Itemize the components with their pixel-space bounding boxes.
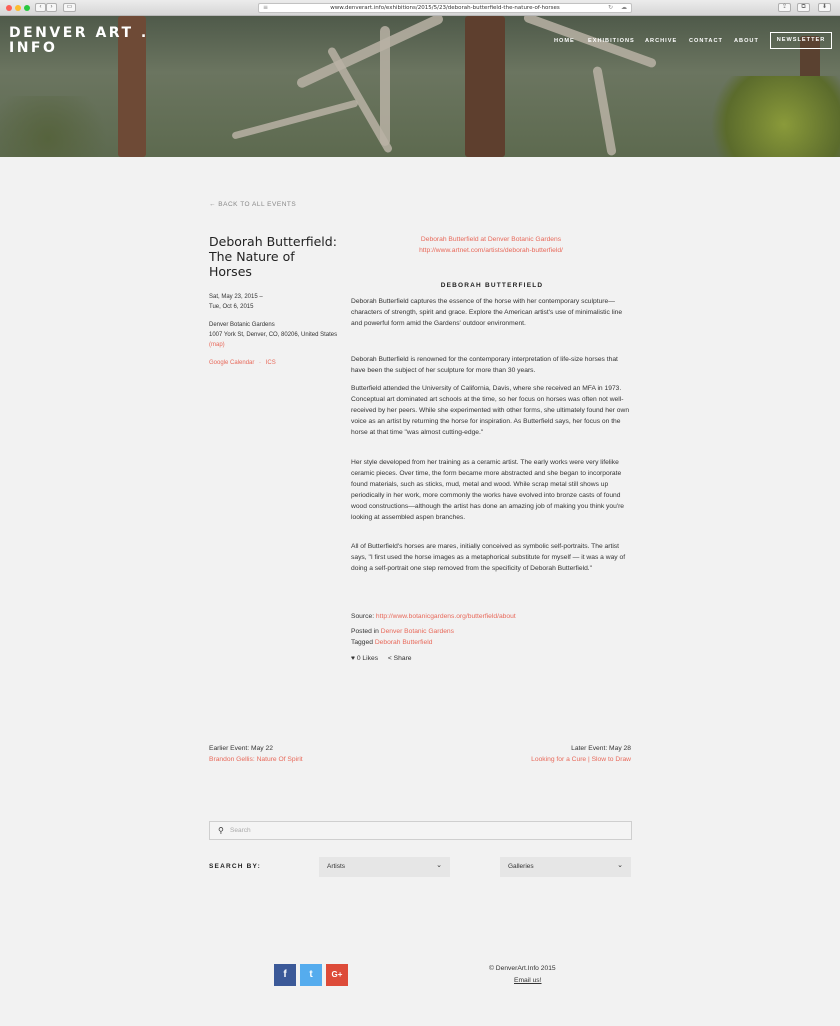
share-icon: <: [387, 655, 392, 662]
close-window-button[interactable]: [6, 5, 12, 11]
logo-line: INFO: [9, 40, 58, 56]
nav-archive[interactable]: ARCHIVE: [645, 38, 677, 44]
article-paragraph: Butterfield attended the University of C…: [351, 385, 630, 436]
heart-icon: ♥: [351, 655, 355, 662]
twitter-button[interactable]: t: [300, 964, 322, 986]
posted-label: Posted in: [351, 628, 379, 635]
links-block: Deborah Butterfield at Denver Botanic Ga…: [351, 234, 631, 256]
url-bar[interactable]: ≡ www.denverart.info/exhibitions/2015/5/…: [258, 3, 632, 13]
article-heading: DEBORAH BUTTERFIELD: [440, 282, 544, 289]
galleries-select-value: Galleries: [508, 863, 534, 870]
search-by-label: SEARCH BY:: [209, 863, 261, 870]
hero-tree-trunk: [465, 16, 505, 157]
earlier-event: Earlier Event: May 22 Brandon Gellis: Na…: [209, 743, 303, 765]
twitter-icon: t: [309, 969, 313, 980]
galleries-select[interactable]: Galleries ⌄: [500, 857, 631, 877]
site-logo[interactable]: DENVER ART . INFO: [9, 26, 149, 56]
back-nav-button[interactable]: ‹: [35, 3, 46, 12]
minimize-window-button[interactable]: [15, 5, 21, 11]
calendar-separator: ·: [259, 360, 262, 366]
venue-name: Denver Botanic Gardens: [209, 322, 275, 328]
search-placeholder: Search: [230, 827, 251, 834]
later-event-label: Later Event: May 28: [571, 745, 631, 752]
url-text: www.denverart.info/exhibitions/2015/5/23…: [330, 5, 560, 11]
hero-sculpture-branch: [592, 65, 617, 157]
share-button[interactable]: < Share: [388, 655, 412, 662]
google-calendar-link[interactable]: Google Calendar: [209, 360, 254, 366]
ics-link[interactable]: ICS: [266, 360, 276, 366]
nav-contact[interactable]: CONTACT: [689, 38, 723, 44]
back-to-events-link[interactable]: ← BACK TO ALL EVENTS: [209, 201, 296, 208]
google-plus-button[interactable]: G+: [326, 964, 348, 986]
article-paragraph: Deborah Butterfield is renowned for the …: [351, 356, 618, 374]
later-event-link[interactable]: Looking for a Cure | Slow to Draw: [531, 754, 631, 765]
nav-home[interactable]: HOME: [554, 38, 575, 44]
search-icon: ⚲: [218, 826, 224, 835]
event-location: Denver Botanic Gardens 1007 York St, Den…: [209, 320, 339, 350]
article-paragraph: Deborah Butterfield captures the essence…: [351, 298, 623, 327]
newsletter-button[interactable]: NEWSLETTER: [770, 32, 832, 49]
source-label: Source:: [351, 613, 375, 620]
posted-in-line: Posted in Denver Botanic Gardens: [351, 626, 633, 637]
actions-line: ♥ 0 Likes < Share: [351, 653, 633, 664]
tag-link[interactable]: Deborah Butterfield: [375, 639, 433, 646]
artnet-link[interactable]: http://www.artnet.com/artists/deborah-bu…: [351, 245, 631, 256]
nav-exhibitions[interactable]: EXHIBITIONS: [588, 38, 635, 44]
source-link[interactable]: http://www.botanicgardens.org/butterfiel…: [376, 613, 516, 620]
search-input[interactable]: ⚲ Search: [209, 821, 632, 840]
event-title: Deborah Butterfield: The Nature of Horse…: [209, 234, 337, 279]
copyright-text: © DenverArt.Info 2015: [489, 965, 556, 972]
hero-foliage: [0, 96, 120, 157]
hero-sculpture-branch: [380, 26, 390, 146]
like-button[interactable]: ♥ 0 Likes: [351, 655, 380, 662]
sidebar-toggle-button[interactable]: ▭: [63, 3, 76, 12]
reload-icon[interactable]: ↻: [608, 4, 613, 12]
likes-count: 0 Likes: [356, 655, 379, 662]
artist-gardens-link[interactable]: Deborah Butterfield at Denver Botanic Ga…: [351, 234, 631, 245]
artists-select[interactable]: Artists ⌄: [319, 857, 450, 877]
google-plus-icon: G+: [331, 970, 343, 979]
email-link[interactable]: Email us!: [514, 977, 542, 984]
earlier-event-link[interactable]: Brandon Gellis: Nature Of Spirit: [209, 754, 303, 765]
venue-address: 1007 York St, Denver, CO, 80206, United …: [209, 332, 338, 338]
share-label: Share: [393, 655, 412, 662]
hero-sculpture-branch: [231, 99, 359, 140]
hero-foliage: [700, 76, 840, 157]
tabs-overview-button[interactable]: ⧉: [797, 3, 810, 12]
calendar-links: Google Calendar · ICS: [209, 358, 339, 368]
forward-nav-button[interactable]: ›: [46, 3, 57, 12]
zoom-window-button[interactable]: [24, 5, 30, 11]
share-browser-button[interactable]: ⇪: [778, 3, 791, 12]
tagged-line: Tagged Deborah Butterfield: [351, 637, 633, 648]
article-paragraph: All of Butterfield's horses are mares, i…: [351, 543, 626, 572]
source-line: Source: http://www.botanicgardens.org/bu…: [351, 611, 633, 622]
earlier-event-label: Earlier Event: May 22: [209, 745, 273, 752]
tagged-label: Tagged: [351, 639, 373, 646]
reader-icon: ≡: [263, 4, 269, 11]
event-end-date: Tue, Oct 6, 2015: [209, 304, 254, 310]
logo-line: DENVER ART .: [9, 25, 149, 41]
artists-select-value: Artists: [327, 863, 346, 870]
nav-about[interactable]: ABOUT: [734, 38, 759, 44]
later-event: Later Event: May 28 Looking for a Cure |…: [531, 743, 631, 765]
facebook-button[interactable]: f: [274, 964, 296, 986]
browser-toolbar: ‹ › ▭ ≡ www.denverart.info/exhibitions/2…: [0, 0, 840, 16]
chevron-down-icon: ⌄: [436, 862, 442, 869]
chevron-down-icon: ⌄: [617, 862, 623, 869]
cloud-icon[interactable]: ☁: [621, 4, 627, 12]
downloads-button[interactable]: ⬇: [818, 3, 831, 12]
hero-sculpture-branch: [295, 16, 445, 90]
category-link[interactable]: Denver Botanic Gardens: [381, 628, 454, 635]
event-start-date: Sat, May 23, 2015 –: [209, 294, 263, 300]
map-link[interactable]: (map): [209, 342, 225, 348]
hero-banner: DENVER ART . INFO HOME EXHIBITIONS ARCHI…: [0, 16, 840, 157]
facebook-icon: f: [283, 969, 287, 980]
article-paragraph: Her style developed from her training as…: [351, 459, 625, 521]
event-dates: Sat, May 23, 2015 – Tue, Oct 6, 2015: [209, 292, 339, 312]
